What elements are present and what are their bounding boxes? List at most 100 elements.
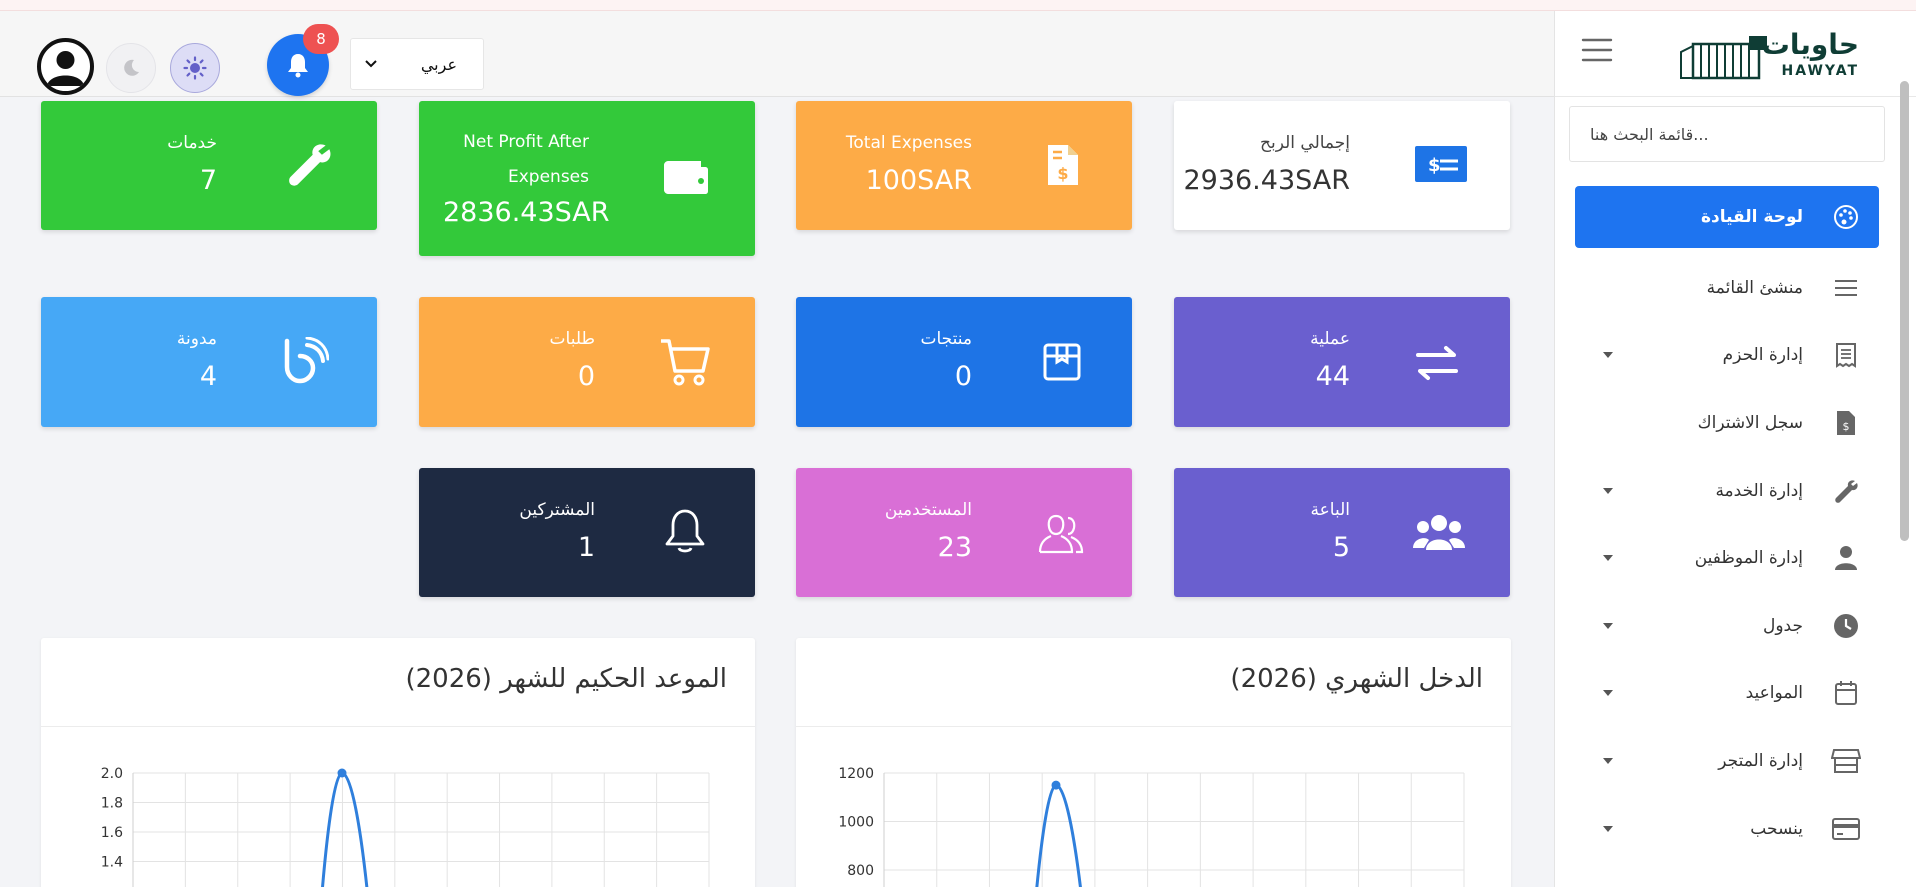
sidebar-item-menu-builder[interactable]: منشئ القائمة: [1575, 254, 1879, 322]
sidebar-item-label: ينسحب: [1750, 818, 1803, 839]
chart-panel-monthly-income: الدخل الشهري (2026) 1200 1000 800: [796, 638, 1511, 887]
stat-value: 4: [199, 361, 217, 392]
sidebar-item-label: المواعيد: [1745, 683, 1803, 704]
stat-label: مدونة: [176, 329, 217, 349]
sun-icon: [183, 56, 207, 80]
chevron-down-icon: [365, 60, 377, 68]
sidebar-item-label: جدول: [1763, 615, 1803, 636]
income-line-chart: 1200 1000 800: [838, 766, 1465, 887]
money-bill-icon: $: [1414, 145, 1468, 183]
stat-card-users[interactable]: المستخدمين 23: [796, 468, 1132, 597]
sidebar-item-label: سجل الاشتراك: [1697, 412, 1803, 433]
stat-card-orders[interactable]: طلبات 0: [419, 297, 755, 427]
sidebar: حاويات HAWYAT ...قائمة البحث هنا لوحة ال…: [1554, 11, 1916, 887]
sidebar-menu: لوحة القيادة منشئ القائمة إدارة الحزم سج…: [1575, 186, 1879, 862]
top-header: 8 عربي: [0, 11, 1554, 97]
light-mode-button[interactable]: [170, 43, 220, 93]
sidebar-item-packages[interactable]: إدارة الحزم: [1575, 322, 1879, 390]
divider: [796, 726, 1511, 727]
stat-label: الباعة: [1310, 500, 1350, 520]
stat-label: منتجات: [920, 329, 972, 349]
sidebar-item-subscription-log[interactable]: سجل الاشتراك $: [1575, 389, 1879, 457]
notification-count-badge: 8: [303, 24, 339, 54]
sidebar-header: حاويات HAWYAT: [1555, 11, 1916, 97]
data-point: [1051, 780, 1061, 790]
sidebar-item-store-management[interactable]: إدارة المتجر: [1575, 727, 1879, 795]
stat-card-total-expenses[interactable]: $ Total Expenses 100SAR: [796, 101, 1132, 230]
language-select[interactable]: عربي: [350, 38, 484, 90]
container-logo-icon: [1680, 36, 1767, 80]
wallet-icon: [663, 157, 709, 197]
caret-down-icon: [1603, 622, 1613, 629]
sidebar-item-dashboard[interactable]: لوحة القيادة: [1575, 186, 1879, 248]
appointments-line-chart: 2.0 1.8 1.6 1.4: [101, 766, 710, 887]
brand-name-english: HAWYAT: [1781, 63, 1859, 79]
user-icon: [1831, 543, 1861, 573]
stat-value: 2836.43SAR: [443, 197, 610, 228]
stat-label: إجمالي الربح: [1260, 133, 1350, 153]
sidebar-item-label: إدارة الحزم: [1722, 345, 1803, 366]
y-tick-label: 1.8: [101, 796, 123, 812]
menu-search-input[interactable]: ...قائمة البحث هنا: [1569, 106, 1885, 162]
brand-logo[interactable]: حاويات HAWYAT: [1679, 28, 1859, 84]
stat-value: 23: [937, 532, 972, 563]
y-tick-label: 1000: [838, 815, 874, 831]
sidebar-item-label: إدارة الخدمة: [1715, 480, 1803, 501]
bell-icon: [288, 54, 308, 78]
chart-panel-appointments: الموعد الحكيم للشهر (2026) 2.0 1.8 1.6 1.4: [41, 638, 755, 887]
receipt-icon: [1831, 340, 1861, 370]
sidebar-item-withdraw[interactable]: ينسحب: [1575, 795, 1879, 863]
list-icon: [1831, 273, 1861, 303]
sidebar-item-appointments[interactable]: المواعيد: [1575, 660, 1879, 728]
sidebar-item-employees[interactable]: إدارة الموظفين: [1575, 524, 1879, 592]
stat-value: 7: [199, 165, 217, 196]
series-line: [321, 771, 369, 887]
caret-down-icon: [1603, 555, 1613, 562]
stat-card-services[interactable]: خدمات 7: [41, 101, 377, 230]
stat-label: المستخدمين: [884, 500, 972, 520]
stat-card-transactions[interactable]: عملية 44: [1174, 297, 1510, 427]
brand-name-arabic: حاويات: [1761, 28, 1859, 61]
stat-value: 0: [577, 361, 595, 392]
stat-label: المشتركين: [519, 500, 595, 520]
top-strip: [0, 0, 1916, 11]
blog-icon: [281, 337, 329, 387]
sidebar-item-schedule[interactable]: جدول: [1575, 592, 1879, 660]
series-line: [1035, 783, 1082, 887]
exchange-icon: [1414, 345, 1460, 381]
divider: [41, 726, 755, 727]
caret-down-icon: [1603, 690, 1613, 697]
stat-card-gross-profit[interactable]: $ إجمالي الربح 2936.43SAR: [1174, 101, 1510, 230]
caret-down-icon: [1603, 487, 1613, 494]
hamburger-menu-icon[interactable]: [1581, 36, 1613, 64]
stat-value: 0: [954, 361, 972, 392]
y-tick-label: 1.6: [101, 825, 123, 841]
svg-text:$: $: [1843, 420, 1850, 433]
user-avatar-icon: [47, 51, 84, 86]
stat-label: Total Expenses: [845, 133, 972, 153]
stat-card-products[interactable]: منتجات 0: [796, 297, 1132, 427]
stat-label: Net Profit After Expenses: [463, 132, 589, 187]
stat-value: 44: [1315, 361, 1350, 392]
bell-icon: [664, 508, 706, 554]
stat-card-subscribers[interactable]: المشتركين 1: [419, 468, 755, 597]
sidebar-item-service-management[interactable]: إدارة الخدمة: [1575, 457, 1879, 525]
sidebar-scrollbar-thumb[interactable]: [1900, 81, 1909, 541]
svg-text:$: $: [1057, 164, 1068, 183]
invoice-dollar-icon: $: [1046, 143, 1080, 187]
stat-card-vendors[interactable]: الباعة 5: [1174, 468, 1510, 597]
y-tick-label: 800: [847, 863, 874, 879]
y-tick-label: 2.0: [101, 766, 123, 782]
wrench-icon: [285, 139, 333, 189]
users-icon: [1412, 512, 1466, 552]
dark-mode-button[interactable]: [106, 43, 156, 93]
user-friends-icon: [1038, 512, 1084, 554]
sidebar-item-label: إدارة المتجر: [1718, 750, 1803, 771]
chart-title: الدخل الشهري (2026): [1230, 664, 1483, 694]
avatar[interactable]: [37, 38, 94, 95]
stat-value: 2936.43SAR: [1183, 165, 1350, 196]
stat-card-blog[interactable]: مدونة 4: [41, 297, 377, 427]
search-placeholder: ...قائمة البحث هنا: [1590, 124, 1709, 144]
invoice-icon: $: [1831, 408, 1861, 438]
stat-card-net-profit[interactable]: Net Profit After Expenses 2836.43SAR: [419, 101, 755, 256]
